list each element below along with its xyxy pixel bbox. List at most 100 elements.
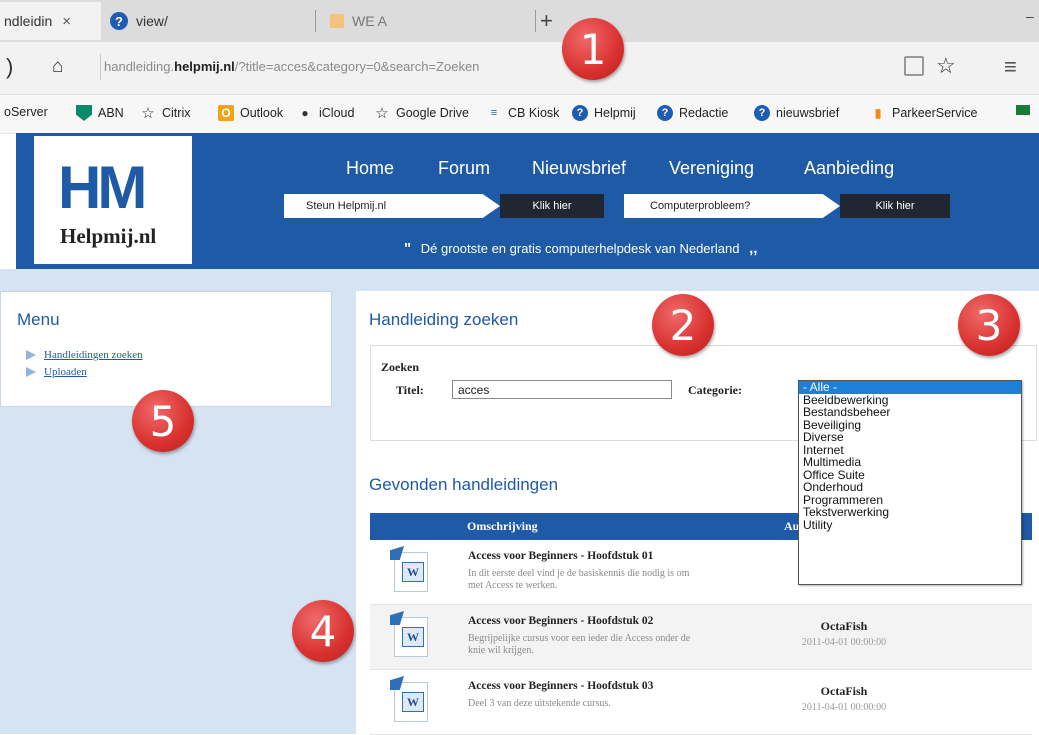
search-legend: Zoeken [381,360,420,374]
fav-item[interactable]: ? nieuwsbrief [754,105,839,121]
column-omschrijving[interactable]: Omschrijving [467,519,538,534]
logo-text: Helpmij.nl [60,224,157,248]
results-title: Gevonden handleidingen [369,475,559,494]
site-logo[interactable]: HM Helpmij.nl [34,136,192,264]
abn-shield-icon [76,105,92,121]
tab-label: ndleidin [4,13,53,29]
quote-open: " [404,240,412,257]
tab-divider [535,10,536,32]
fav-item[interactable]: oServer [4,105,48,119]
fav-item-overflow[interactable] [1016,105,1036,115]
annotation-badge-4: 4 [292,600,354,662]
browser-tab-bar: ndleidin × ? view/ WE A + – [0,0,1039,42]
category-option[interactable]: Utility [799,518,1021,532]
helpmij-icon: ? [754,105,770,121]
nav-vereniging[interactable]: Vereniging [669,158,754,179]
address-divider [100,54,101,80]
favorites-bar: oServer ABN ☆ Citrix O Outlook ● iCloud ☆ Go… [0,95,1039,134]
quote-close: ,, [749,240,758,257]
annotation-badge-3: 3 [958,294,1020,356]
fav-item[interactable]: ABN [76,105,124,121]
fav-item[interactable]: ☆ Citrix [140,105,190,122]
fav-item[interactable]: ☆ Google Drive [374,105,469,122]
search-title: Handleiding zoeken [369,310,519,329]
new-tab-button[interactable]: + [540,8,553,34]
row-title[interactable]: Access voor Beginners - Hoofdstuk 01 [468,550,653,562]
star-icon: ☆ [141,105,155,122]
tab-label: view/ [136,13,168,29]
parking-icon: ▮ [874,106,882,120]
helpmij-icon: ? [572,105,588,121]
annotation-badge-1: 1 [562,18,624,80]
row-date: 20 [710,574,810,585]
window-minimize-icon[interactable]: – [1026,8,1034,24]
hub-menu-icon[interactable]: ≡ [1004,54,1017,80]
arrow-icon [26,367,36,377]
row-description: Begrijpelijke cursus voor een ieder die … [468,633,691,656]
arrow-icon [26,350,36,360]
url-field[interactable]: handleiding.helpmij.nl/?title=acces&cate… [104,59,479,74]
row-description: In dit eerste deel vind je de basiskenni… [468,568,690,591]
wordpress-icon [330,14,344,28]
fav-item[interactable]: O Outlook [218,105,283,121]
site-slogan: " Dé grootste en gratis computerhelpdesk… [404,240,758,257]
url-prefix: handleiding. [104,59,175,74]
helpmij-icon: ? [110,12,128,30]
logo-letters: HM [58,154,147,221]
reading-view-icon[interactable] [904,56,924,76]
annotation-badge-2: 2 [652,294,714,356]
outlook-icon: O [218,105,234,121]
category-option[interactable]: Tekstverwerking [799,506,1021,519]
helpmij-icon: ? [657,105,673,121]
nav-forum[interactable]: Forum [438,158,490,179]
category-option[interactable]: - Alle - [799,381,1021,394]
category-option[interactable]: Diverse [799,431,1021,444]
browser-tab-wp[interactable]: WE A [330,2,520,40]
category-option[interactable]: Bestandsbeheer [799,406,1021,419]
menu-item-handleidingen-zoeken[interactable]: Handleidingen zoeken [26,349,143,361]
tab-label: WE A [352,13,388,29]
menu-item-uploaden[interactable]: Uploaden [26,366,87,378]
row-author[interactable]: OctaFish [774,684,914,699]
category-option[interactable]: Multimedia [799,456,1021,469]
steun-ribbon: Steun Helpmij.nl [284,194,500,218]
steun-klik-button[interactable]: Klik hier [500,194,604,218]
browser-tab-view[interactable]: ? view/ [110,2,300,40]
menu-title: Menu [17,310,60,329]
nav-nieuwsbrief[interactable]: Nieuwsbrief [532,158,626,179]
table-row[interactable]: W Access voor Beginners - Hoofdstuk 03 D… [370,670,1032,735]
folder-icon [1016,105,1030,115]
row-description: Deel 3 van deze uitstekende cursus. [468,698,611,709]
url-domain: helpmij.nl [174,59,235,74]
row-date: 2011-04-01 00:00:00 [801,702,887,713]
row-author[interactable]: OctaFish [774,619,914,634]
titel-input[interactable] [452,380,672,399]
tab-divider [315,10,316,32]
row-title[interactable]: Access voor Beginners - Hoofdstuk 03 [468,680,653,692]
computerprobleem-klik-button[interactable]: Klik hier [840,194,950,218]
browser-tab-active[interactable]: ndleidin × [0,2,101,40]
fav-item[interactable]: ▮ ParkeerService [870,105,978,121]
fav-item[interactable]: ● iCloud [297,105,354,121]
fav-item[interactable]: ? Redactie [657,105,728,121]
category-option[interactable]: Onderhoud [799,481,1021,494]
cb-icon: ≡ [490,107,498,119]
close-tab-icon[interactable]: × [62,13,71,30]
word-document-icon: W [390,546,428,592]
fav-item[interactable]: ? Helpmij [572,105,636,121]
apple-icon: ● [301,106,309,120]
favorite-star-icon[interactable]: ☆ [936,53,956,79]
table-row[interactable]: W Access voor Beginners - Hoofdstuk 02 B… [370,605,1032,670]
nav-home[interactable]: Home [346,158,394,179]
fav-item[interactable]: ≡ CB Kiosk [486,105,560,121]
row-date: 2011-04-01 00:00:00 [801,637,887,648]
titel-label: Titel: [396,383,424,397]
nav-aanbieding[interactable]: Aanbieding [804,158,894,179]
category-dropdown[interactable]: - Alle - Beeldbewerking Bestandsbeheer B… [798,380,1022,585]
address-bar-row: ) ⌂ handleiding.helpmij.nl/?title=acces&… [0,42,1039,95]
row-title[interactable]: Access voor Beginners - Hoofdstuk 02 [468,615,653,627]
refresh-icon[interactable]: ) [6,54,13,80]
url-path: /?title=acces&category=0&search=Zoeken [234,59,480,74]
annotation-badge-5: 5 [132,390,194,452]
home-icon[interactable]: ⌂ [52,56,63,78]
